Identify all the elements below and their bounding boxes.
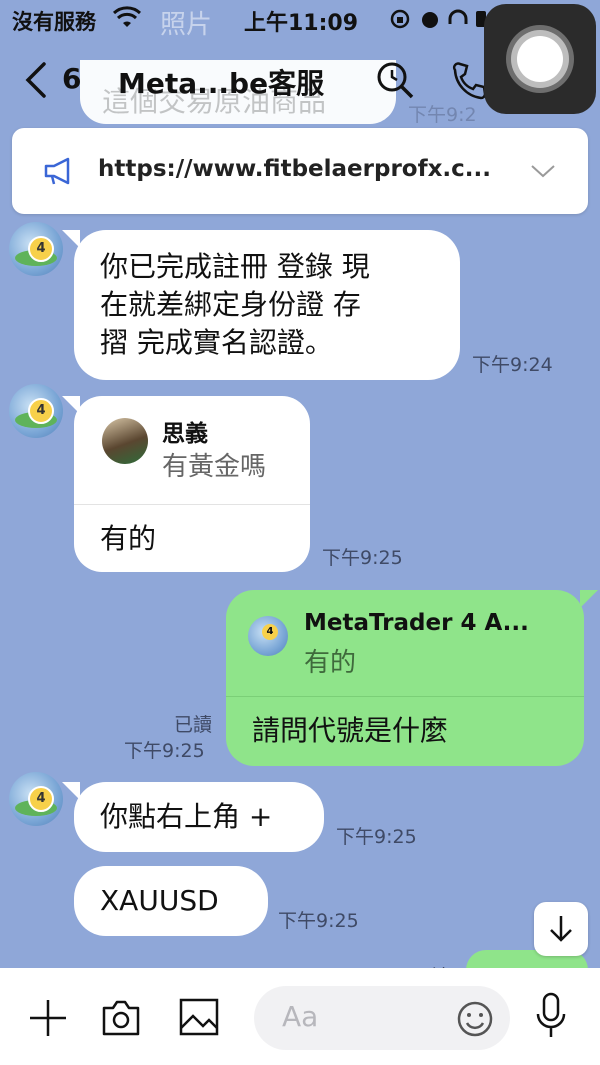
message-input[interactable]: Aa <box>254 986 510 1050</box>
quoted-user-name: MetaTrader 4 A... <box>304 610 529 636</box>
message-line: 摺 完成實名認證。 <box>100 326 333 359</box>
quoted-message-text: 有黃金嗎 <box>162 452 267 482</box>
scroll-to-bottom-button[interactable] <box>534 902 588 956</box>
message-time: 下午9:25 <box>124 740 205 762</box>
photo-label: 照片 <box>160 10 213 40</box>
quoted-message-text: 有的 <box>304 648 357 678</box>
image-icon[interactable] <box>178 996 220 1038</box>
status-icons <box>390 9 486 29</box>
sender-avatar[interactable]: 4 <box>9 772 63 826</box>
mt4-logo-badge: 4 <box>28 786 54 812</box>
message-text: 你點右上角 + <box>100 800 273 833</box>
chevron-down-icon[interactable] <box>530 162 556 180</box>
bubble-tail <box>62 782 80 800</box>
announcement-banner[interactable]: https://www.fitbelaerprofx.c... <box>12 128 588 214</box>
bubble-tail <box>62 230 80 248</box>
message-text: XAUUSD <box>100 884 219 917</box>
quoted-user-name: 思義 <box>162 421 208 447</box>
mt4-logo-badge: 4 <box>28 236 54 262</box>
read-receipt: 已讀 <box>174 714 213 736</box>
message-text: 你已完成註冊 登錄 現 在就差綁定身份證 存 摺 完成實名認證。 <box>100 248 370 362</box>
alarm-icon <box>422 12 438 28</box>
announcement-link[interactable]: https://www.fitbelaerprofx.c... <box>98 156 491 182</box>
message-input-placeholder: Aa <box>282 1000 319 1033</box>
assistive-touch-button[interactable] <box>484 4 596 114</box>
bubble-tail <box>580 590 598 608</box>
quote-divider <box>226 696 584 697</box>
message-line: 你已完成註冊 登錄 現 <box>100 250 370 283</box>
message-text: 有的 <box>100 522 157 555</box>
own-reply-message-bubble[interactable]: 4 MetaTrader 4 A... 有的 請問代號是什麼 <box>226 590 598 766</box>
headphones-icon <box>448 9 468 24</box>
quoted-user-avatar: 4 <box>248 616 288 656</box>
megaphone-icon <box>44 157 70 185</box>
back-chevron-icon[interactable] <box>22 60 50 100</box>
message-time: 下午9:24 <box>472 354 553 376</box>
message-line: 在就差綁定身份證 存 <box>100 288 361 321</box>
emoji-icon[interactable] <box>456 1000 494 1038</box>
carrier-label: 沒有服務 <box>12 10 96 34</box>
wifi-icon <box>112 6 142 27</box>
bubble-tail <box>62 396 80 414</box>
arrow-down-icon <box>550 916 572 942</box>
message-text: 請問代號是什麼 <box>252 714 449 747</box>
mt4-logo-badge: 4 <box>28 398 54 424</box>
plus-icon[interactable] <box>28 998 68 1038</box>
search-icon[interactable] <box>375 60 415 100</box>
quoted-user-avatar <box>102 418 148 464</box>
message-input-bar: Aa <box>0 968 600 1065</box>
microphone-icon[interactable] <box>534 992 568 1040</box>
message-time: 下午9:25 <box>322 547 403 569</box>
message-time: 下午9:25 <box>336 826 417 848</box>
assistive-touch-center <box>517 36 563 82</box>
camera-icon[interactable] <box>100 996 142 1038</box>
sender-avatar[interactable]: 4 <box>9 384 63 438</box>
mt4-logo-badge: 4 <box>262 624 278 640</box>
clock: 上午11:09 <box>244 11 359 36</box>
message-bubble[interactable]: XAUUSD <box>74 866 268 936</box>
message-bubble[interactable]: 你點右上角 + <box>62 782 324 852</box>
quote-divider <box>74 504 310 505</box>
sender-avatar[interactable]: 4 <box>9 222 63 276</box>
reply-message-bubble[interactable]: 思義 有黃金嗎 有的 <box>62 396 310 572</box>
chat-title[interactable]: Meta...be客服 <box>118 62 324 102</box>
unread-count[interactable]: 6 <box>62 62 81 95</box>
message-bubble[interactable]: 你已完成註冊 登錄 現 在就差綁定身份證 存 摺 完成實名認證。 <box>62 230 460 380</box>
message-time: 下午9:25 <box>278 910 359 932</box>
